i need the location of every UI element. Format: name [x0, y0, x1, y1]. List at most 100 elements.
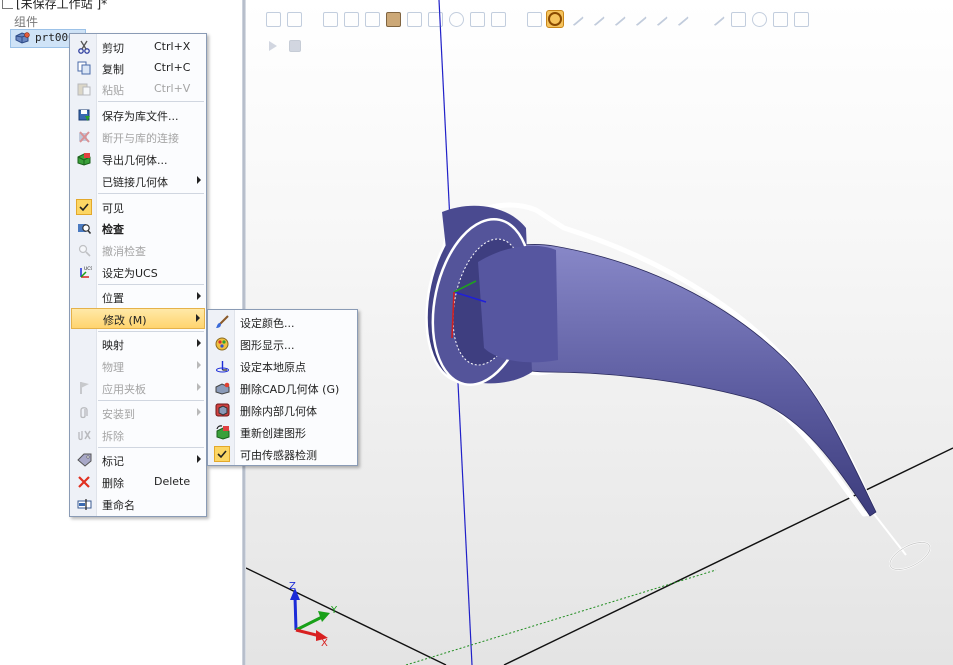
snap-edge-icon[interactable]	[567, 10, 585, 28]
menu-item-delete[interactable]: 删除 Delete	[70, 471, 206, 492]
station-icon	[2, 0, 13, 9]
menu-item-label: 复制	[102, 63, 124, 76]
disconnect-icon	[76, 129, 92, 145]
save-library-icon	[76, 107, 92, 123]
menu-item-disconnect-library[interactable]: 断开与库的连接	[70, 126, 206, 147]
menu-item-save-library[interactable]: 保存为库文件...	[70, 104, 206, 125]
stop-icon[interactable]	[286, 37, 304, 55]
submenu-arrow-icon	[197, 339, 201, 347]
submenu-arrow-icon	[197, 361, 201, 369]
menu-item-shortcut: Ctrl+C	[154, 61, 191, 74]
fixture-icon	[76, 380, 92, 396]
menu-item-shortcut: Ctrl+X	[154, 40, 191, 53]
select-frame-icon[interactable]	[468, 10, 486, 28]
menu-item-label: 撤消检查	[102, 245, 146, 258]
submenu-item-set-color[interactable]: 设定颜色...	[208, 311, 357, 332]
submenu-item-graphic-display[interactable]: 图形显示...	[208, 333, 357, 354]
menu-item-label: 映射	[102, 339, 124, 352]
station-title[interactable]: [未保存工作站 ]*	[2, 0, 107, 12]
measure-diameter-icon[interactable]	[750, 10, 768, 28]
tag-icon	[76, 452, 92, 468]
select-body-icon[interactable]	[363, 10, 381, 28]
menu-item-copy[interactable]: 复制 Ctrl+C	[70, 57, 206, 78]
menu-item-label: 设定颜色...	[240, 317, 295, 330]
menu-item-label: 剪切	[102, 42, 124, 55]
menu-item-attach-to[interactable]: 安装到	[70, 402, 206, 423]
menu-item-tag[interactable]: 标记	[70, 449, 206, 470]
menu-item-linked-geometry[interactable]: 已链接几何体	[70, 170, 206, 191]
menu-item-label: 已链接几何体	[102, 176, 168, 189]
select-part-icon[interactable]	[384, 10, 402, 28]
menu-item-mapping[interactable]: 映射	[70, 333, 206, 354]
select-surface-icon[interactable]	[342, 10, 360, 28]
delete-internal-icon	[214, 402, 230, 418]
snap-center-icon[interactable]	[630, 10, 648, 28]
submenu-item-set-local-origin[interactable]: 设定本地原点	[208, 355, 357, 376]
checkmark-icon	[76, 199, 92, 215]
menu-item-label: 物理	[102, 361, 124, 374]
menu-item-label: 设定为UCS	[102, 267, 158, 280]
snap-grid-icon[interactable]	[525, 10, 543, 28]
inspect-icon	[76, 220, 92, 236]
menu-item-position[interactable]: 位置	[70, 286, 206, 307]
menu-item-label: 检查	[102, 223, 124, 236]
menu-item-physics[interactable]: 物理	[70, 355, 206, 376]
select-target-icon[interactable]	[447, 10, 465, 28]
submenu-arrow-icon	[197, 292, 201, 300]
menu-item-export-geometry[interactable]: 导出几何体...	[70, 148, 206, 169]
menu-item-shortcut: Ctrl+V	[154, 82, 191, 95]
snap-midpoint-icon[interactable]	[588, 10, 606, 28]
snap-local-origin-icon[interactable]	[651, 10, 669, 28]
menu-separator	[98, 400, 204, 401]
paste-icon	[76, 81, 92, 97]
context-menu: 剪切 Ctrl+X 复制 Ctrl+C 粘贴 Ctrl+V 保存为库文件... …	[69, 33, 207, 517]
select-curve-icon[interactable]	[321, 10, 339, 28]
select-mechanism-icon[interactable]	[405, 10, 423, 28]
menu-item-label: 断开与库的连接	[102, 132, 179, 145]
ring-icon[interactable]	[546, 10, 564, 28]
submenu-item-delete-cad-geometry[interactable]: 删除CAD几何体 (G)	[208, 377, 357, 398]
viewport-toolbar-row2	[264, 37, 304, 55]
submenu-arrow-icon	[196, 314, 200, 322]
play-icon[interactable]	[264, 37, 282, 55]
measure-minimum-icon[interactable]	[771, 10, 789, 28]
view-center-icon[interactable]	[285, 10, 303, 28]
menu-item-modify[interactable]: 修改 (M)	[71, 308, 205, 329]
tree-group-components[interactable]: 组件	[14, 13, 38, 30]
menu-item-label: 设定本地原点	[240, 361, 306, 374]
view-all-icon[interactable]	[264, 10, 282, 28]
menu-item-label: 安装到	[102, 408, 135, 421]
menu-item-inspect[interactable]: 检查	[70, 217, 206, 238]
station-title-label: [未保存工作站 ]*	[16, 0, 108, 11]
snap-object-icon[interactable]	[672, 10, 690, 28]
menu-item-cut[interactable]: 剪切 Ctrl+X	[70, 36, 206, 57]
delete-cad-icon	[214, 380, 230, 396]
measure-angle-icon[interactable]	[729, 10, 747, 28]
menu-item-paste[interactable]: 粘贴 Ctrl+V	[70, 78, 206, 99]
measure-distance-icon[interactable]	[708, 10, 726, 28]
menu-item-label: 删除内部几何体	[240, 405, 317, 418]
triad-label-z: Z	[289, 581, 296, 592]
menu-item-label: 导出几何体...	[102, 154, 168, 167]
submenu-item-sensor-detectable[interactable]: 可由传感器检测	[208, 443, 357, 464]
snap-end-icon[interactable]	[609, 10, 627, 28]
measure-points-icon[interactable]	[792, 10, 810, 28]
menu-item-apply-fixture[interactable]: 应用夹板	[70, 377, 206, 398]
select-group-icon[interactable]	[426, 10, 444, 28]
menu-item-detach[interactable]: 拆除	[70, 424, 206, 445]
part-icon	[15, 32, 31, 47]
submenu-arrow-icon	[197, 408, 201, 416]
menu-item-set-ucs[interactable]: UCS 设定为UCS	[70, 261, 206, 282]
menu-item-undo-inspect[interactable]: 撤消检查	[70, 239, 206, 260]
submenu-item-recreate-graphics[interactable]: 重新创建图形	[208, 421, 357, 442]
triad-label-y: Y	[330, 605, 338, 616]
menu-item-label: 修改 (M)	[103, 314, 147, 327]
menu-item-visible[interactable]: 可见	[70, 196, 206, 217]
submenu-item-delete-internal-geometry[interactable]: 删除内部几何体	[208, 399, 357, 420]
undo-inspect-icon	[76, 242, 92, 258]
svg-text:UCS: UCS	[84, 266, 92, 272]
view-orientation-triad	[290, 588, 330, 641]
menu-item-rename[interactable]: 重命名	[70, 493, 206, 514]
select-path-icon[interactable]	[489, 10, 507, 28]
submenu-arrow-icon	[197, 176, 201, 184]
